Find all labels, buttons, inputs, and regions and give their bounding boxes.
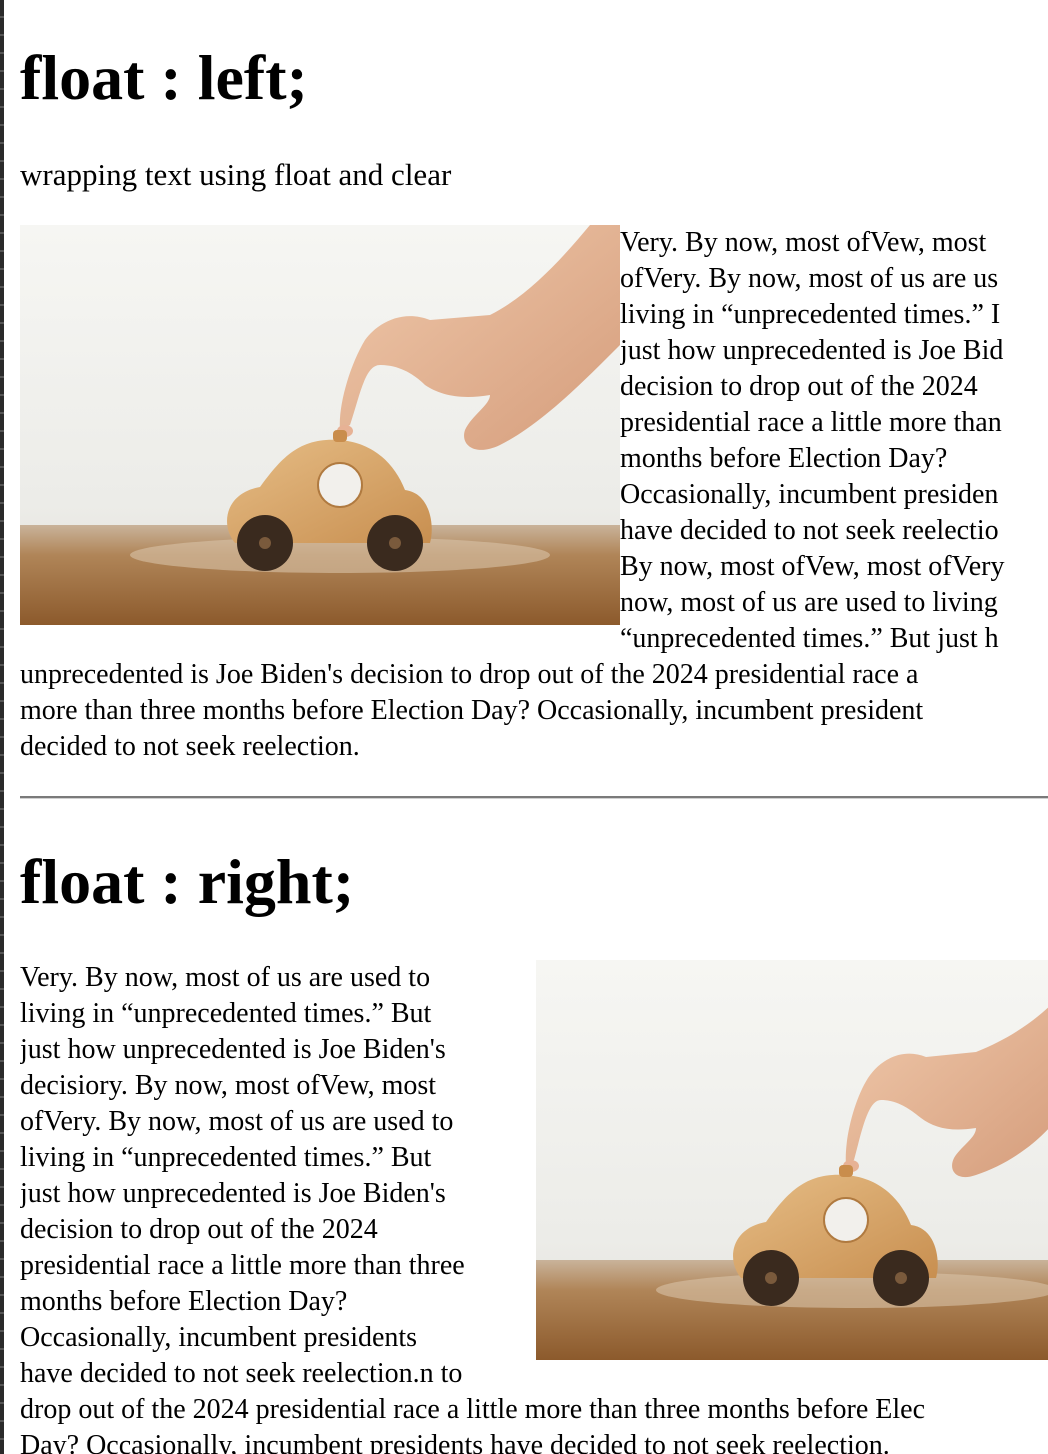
text-line: months before Election Day? — [620, 443, 948, 474]
heading-float-right: float : right; — [20, 846, 355, 917]
heading-float-left: float : left; — [20, 42, 308, 113]
text-line: have decided to not seek reelectio — [620, 515, 999, 546]
text-line: have decided to not seek reelection.n to — [20, 1358, 463, 1389]
wrapped-text-beside-image: Very. By now, most ofVew, most ofVery. B… — [620, 225, 1048, 657]
toy-car-image-right — [536, 960, 1048, 1360]
text-line: Very. By now, most ofVew, most — [620, 227, 987, 258]
window-edge — [0, 0, 4, 1454]
text-line: By now, most ofVew, most ofVery — [620, 551, 1005, 582]
text-line: presidential race a little more than thr… — [20, 1250, 465, 1281]
toy-car-photo-right — [536, 960, 1048, 1360]
text-line: just how unprecedented is Joe Biden's — [20, 1178, 446, 1209]
text-line: living in “unprecedented times.” But — [20, 998, 432, 1029]
text-line: more than three months before Election D… — [20, 695, 924, 726]
wrapped-text-beside-image: Very. By now, most of us are used to liv… — [20, 960, 532, 1392]
text-line: ofVery. By now, most of us are us — [620, 263, 999, 294]
text-line: unprecedented is Joe Biden's decision to… — [20, 659, 919, 690]
text-line: decided to not seek reelection. — [20, 731, 360, 762]
text-line: living in “unprecedented times.” But — [20, 1142, 432, 1173]
toy-car-image-left — [20, 225, 620, 625]
text-line: ofVery. By now, most of us are used to — [20, 1106, 454, 1137]
text-line: just how unprecedented is Joe Bid — [620, 335, 1004, 366]
text-line: Occasionally, incumbent presiden — [620, 479, 999, 510]
text-line: Very. By now, most of us are used to — [20, 962, 431, 993]
toy-car-photo-left — [20, 225, 620, 625]
text-line: drop out of the 2024 presidential race a… — [20, 1394, 926, 1425]
text-line: Day? Occasionally, incumbent presidents … — [20, 1430, 890, 1454]
wrapped-text-below-image: drop out of the 2024 presidential race a… — [20, 1392, 1048, 1454]
text-line: now, most of us are used to living — [620, 587, 998, 618]
wrapped-text-below-image: unprecedented is Joe Biden's decision to… — [20, 657, 1048, 765]
subtitle: wrapping text using float and clear — [20, 157, 452, 192]
text-line: months before Election Day? — [20, 1286, 348, 1317]
text-line: decisiory. By now, most ofVew, most — [20, 1070, 437, 1101]
text-line: presidential race a little more than — [620, 407, 1002, 438]
text-line: decision to drop out of the 2024 — [620, 371, 978, 402]
text-line: “unprecedented times.” But just h — [620, 623, 999, 654]
horizontal-rule — [20, 796, 1048, 799]
text-line: decision to drop out of the 2024 — [20, 1214, 378, 1245]
text-line: Occasionally, incumbent presidents — [20, 1322, 418, 1353]
text-line: living in “unprecedented times.” I — [620, 299, 1001, 330]
text-line: just how unprecedented is Joe Biden's — [20, 1034, 446, 1065]
